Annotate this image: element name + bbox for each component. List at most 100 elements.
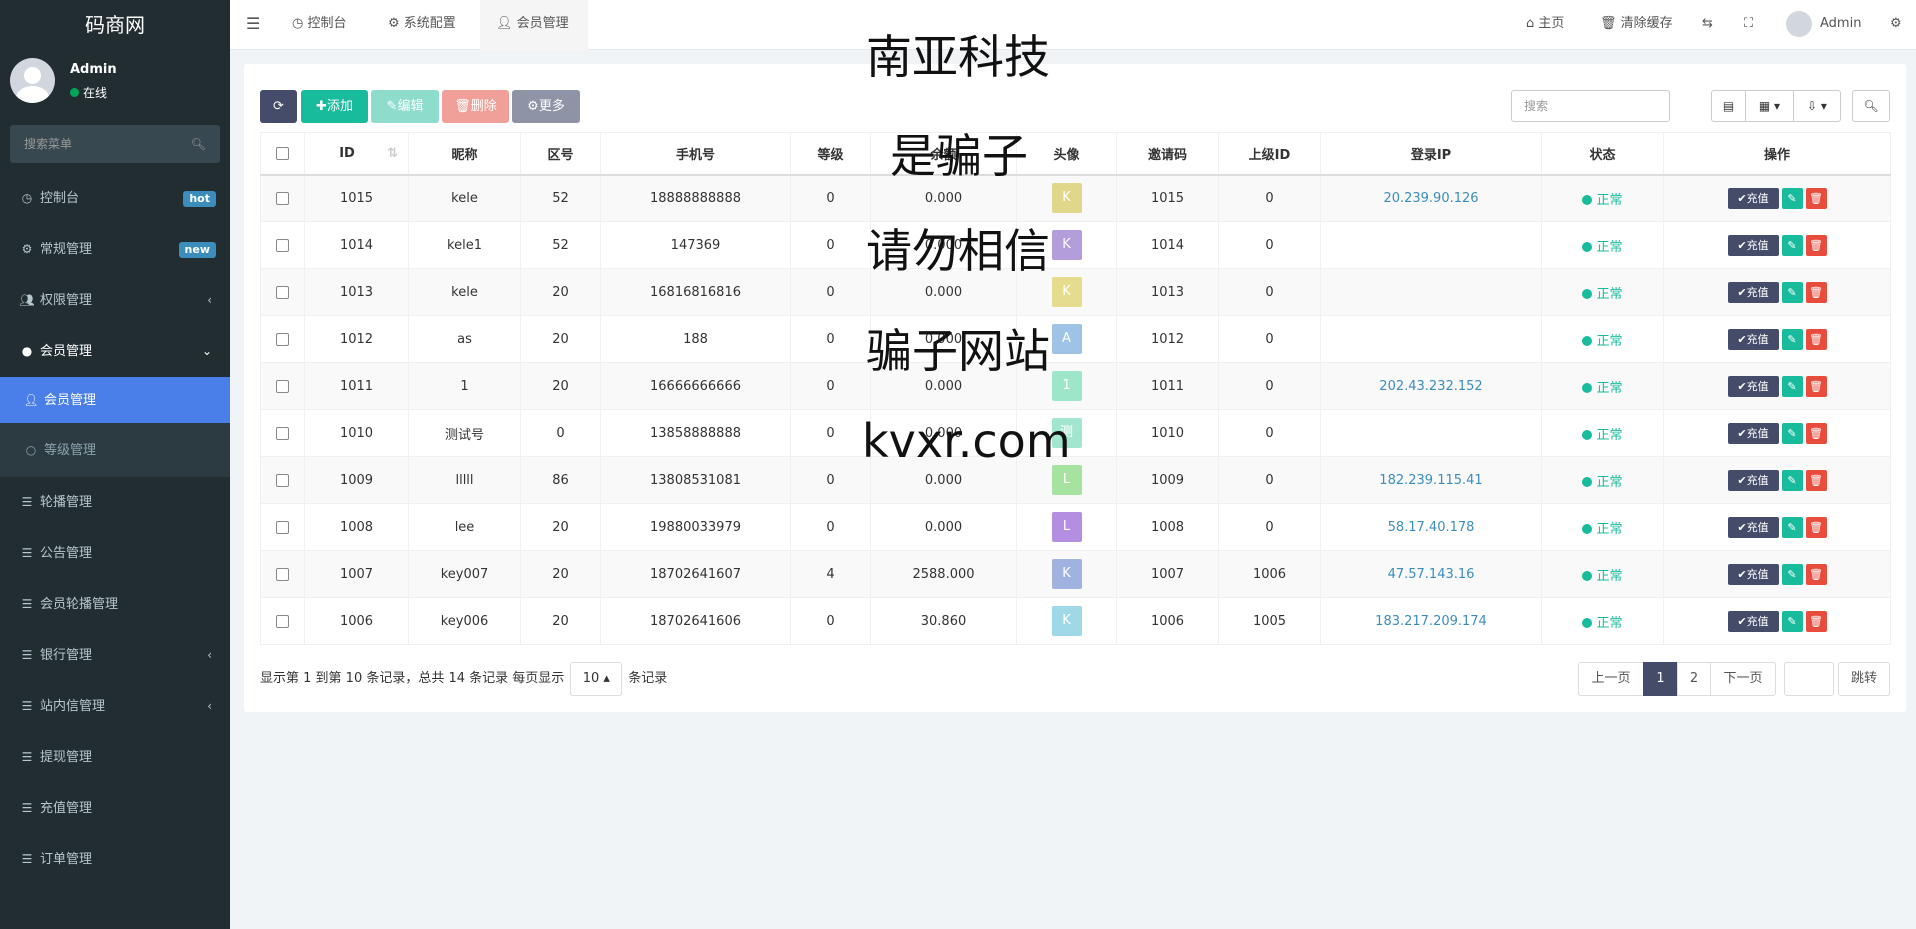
sidebar-item-message[interactable]: ☰ 站内信管理 ‹ — [0, 681, 230, 732]
edit-row-button[interactable]: ✎ — [1781, 563, 1803, 585]
col-id[interactable]: ID ⇅ — [304, 132, 409, 176]
add-button[interactable]: ✚添加 — [301, 90, 368, 123]
row-checkbox[interactable] — [260, 503, 305, 551]
recharge-button[interactable]: ✔充值 — [1727, 187, 1779, 209]
tab-dashboard[interactable]: ◷ 控制台 — [292, 0, 347, 50]
status-badge[interactable]: 正常 — [1582, 193, 1623, 208]
delete-row-button[interactable]: 🗑︎ — [1805, 422, 1827, 444]
row-checkbox[interactable] — [260, 362, 305, 410]
row-checkbox[interactable] — [260, 221, 305, 269]
status-badge[interactable]: 正常 — [1582, 475, 1623, 490]
delete-row-button[interactable]: 🗑︎ — [1805, 234, 1827, 256]
delete-row-button[interactable]: 🗑︎ — [1805, 516, 1827, 538]
sidebar-item-dashboard[interactable]: ◷ 控制台 hot — [0, 173, 230, 224]
edit-row-button[interactable]: ✎ — [1781, 375, 1803, 397]
row-checkbox[interactable] — [260, 550, 305, 598]
sidebar-item-carousel[interactable]: ☰ 轮播管理 — [0, 477, 230, 528]
sidebar-search-input[interactable]: 搜索菜单 🔍︎ — [10, 125, 220, 163]
sidebar-item-general[interactable]: ⚙ 常规管理 new — [0, 224, 230, 275]
edit-row-button[interactable]: ✎ — [1781, 328, 1803, 350]
status-badge[interactable]: 正常 — [1582, 287, 1623, 302]
row-checkbox[interactable] — [260, 315, 305, 363]
ip-link[interactable]: 20.239.90.126 — [1383, 191, 1478, 206]
columns-button[interactable]: ▦ ▾ — [1745, 90, 1794, 122]
toggle-view-button[interactable]: ▤ — [1711, 90, 1746, 122]
avatar[interactable]: 1 — [1051, 371, 1082, 401]
avatar[interactable]: K — [1051, 277, 1082, 307]
sidebar-item-level-manage[interactable]: ○ 等级管理 — [0, 423, 230, 477]
search-button[interactable]: 🔍︎ — [1852, 90, 1890, 122]
avatar[interactable]: K — [1051, 606, 1082, 636]
clear-cache-button[interactable]: 🗑︎ 清除缓存 — [1600, 0, 1673, 50]
row-checkbox[interactable] — [260, 409, 305, 457]
row-checkbox[interactable] — [260, 268, 305, 316]
sidebar-item-members[interactable]: ● 会员管理 ⌄ — [0, 326, 230, 377]
edit-row-button[interactable]: ✎ — [1781, 422, 1803, 444]
delete-row-button[interactable]: 🗑︎ — [1805, 469, 1827, 491]
sidebar-item-notice[interactable]: ☰ 公告管理 — [0, 528, 230, 579]
settings-gear-icon[interactable]: ⚙ — [1890, 0, 1902, 50]
export-button[interactable]: ⇩ ▾ — [1793, 90, 1841, 122]
recharge-button[interactable]: ✔充值 — [1727, 422, 1779, 444]
delete-row-button[interactable]: 🗑︎ — [1805, 328, 1827, 350]
ip-link[interactable]: 47.57.143.16 — [1388, 567, 1475, 582]
row-checkbox[interactable] — [260, 174, 305, 222]
translate-icon[interactable]: ⇆ — [1702, 0, 1713, 50]
delete-row-button[interactable]: 🗑︎ — [1805, 610, 1827, 632]
sidebar-item-withdraw[interactable]: ☰ 提现管理 — [0, 732, 230, 783]
tab-member-manage[interactable]: 👤︎ 会员管理 — [480, 0, 588, 50]
fullscreen-icon[interactable]: ⛶ — [1744, 0, 1753, 50]
next-page-button[interactable]: 下一页 — [1710, 662, 1776, 696]
edit-row-button[interactable]: ✎ — [1781, 469, 1803, 491]
ip-link[interactable]: 183.217.209.174 — [1375, 614, 1487, 629]
ip-link[interactable]: 202.43.232.152 — [1379, 379, 1482, 394]
avatar[interactable]: K — [1051, 230, 1082, 260]
app-logo[interactable]: 码商网 — [0, 0, 230, 50]
avatar[interactable]: L — [1051, 465, 1082, 495]
page-2-button[interactable]: 2 — [1677, 662, 1711, 696]
delete-button[interactable]: 🗑︎删除 — [442, 90, 509, 123]
status-badge[interactable]: 正常 — [1582, 334, 1623, 349]
recharge-button[interactable]: ✔充值 — [1727, 563, 1779, 585]
recharge-button[interactable]: ✔充值 — [1727, 610, 1779, 632]
edit-row-button[interactable]: ✎ — [1781, 234, 1803, 256]
sidebar-item-recharge[interactable]: ☰ 充值管理 — [0, 783, 230, 834]
edit-row-button[interactable]: ✎ — [1781, 516, 1803, 538]
recharge-button[interactable]: ✔充值 — [1727, 516, 1779, 538]
ip-link[interactable]: 182.239.115.41 — [1379, 473, 1482, 488]
page-1-button[interactable]: 1 — [1643, 662, 1678, 696]
edit-button[interactable]: ✎编辑 — [371, 90, 439, 123]
recharge-button[interactable]: ✔充值 — [1727, 281, 1779, 303]
avatar[interactable]: K — [1051, 183, 1082, 214]
jump-button[interactable]: 跳转 — [1838, 662, 1890, 696]
menu-toggle-icon[interactable]: ☰ — [246, 0, 260, 50]
recharge-button[interactable]: ✔充值 — [1727, 469, 1779, 491]
page-size-select[interactable]: 10 ▴ — [570, 662, 623, 696]
refresh-button[interactable]: ⟳ — [260, 90, 297, 123]
home-link[interactable]: ⌂ 主页 — [1526, 0, 1564, 50]
edit-row-button[interactable]: ✎ — [1781, 187, 1803, 209]
avatar[interactable]: K — [1051, 559, 1082, 589]
row-checkbox[interactable] — [260, 597, 305, 645]
delete-row-button[interactable]: 🗑︎ — [1805, 281, 1827, 303]
recharge-button[interactable]: ✔充值 — [1727, 234, 1779, 256]
sidebar-item-member-manage[interactable]: 👤︎ 会员管理 — [0, 377, 230, 423]
row-checkbox[interactable] — [260, 456, 305, 504]
sidebar-item-permission[interactable]: 👥︎ 权限管理 ‹ — [0, 275, 230, 326]
recharge-button[interactable]: ✔充值 — [1727, 328, 1779, 350]
jump-page-input[interactable] — [1784, 662, 1834, 696]
prev-page-button[interactable]: 上一页 — [1578, 662, 1644, 696]
ip-link[interactable]: 58.17.40.178 — [1388, 520, 1475, 535]
status-badge[interactable]: 正常 — [1582, 428, 1623, 443]
status-badge[interactable]: 正常 — [1582, 522, 1623, 537]
status-badge[interactable]: 正常 — [1582, 569, 1623, 584]
sidebar-item-bank[interactable]: ☰ 银行管理 ‹ — [0, 630, 230, 681]
tab-system-config[interactable]: ⚙ 系统配置 — [388, 0, 456, 50]
delete-row-button[interactable]: 🗑︎ — [1805, 187, 1827, 209]
table-search-input[interactable]: 搜索 — [1511, 90, 1670, 122]
edit-row-button[interactable]: ✎ — [1781, 610, 1803, 632]
more-button[interactable]: ⚙更多 — [512, 90, 580, 123]
sidebar-item-member-carousel[interactable]: ☰ 会员轮播管理 — [0, 579, 230, 630]
delete-row-button[interactable]: 🗑︎ — [1805, 375, 1827, 397]
admin-menu[interactable]: Admin — [1786, 0, 1896, 50]
